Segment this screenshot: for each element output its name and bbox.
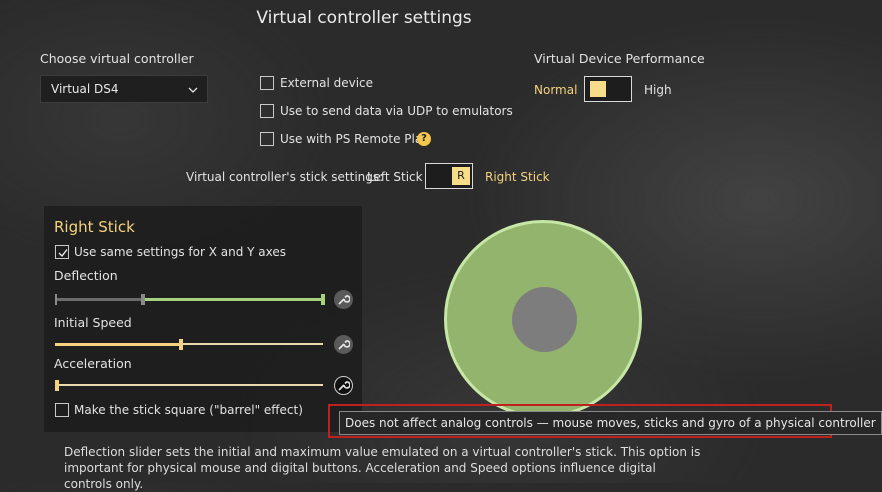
description-text: Deflection slider sets the initial and m… — [64, 444, 704, 492]
external-device-checkbox[interactable] — [260, 76, 274, 90]
udp-checkbox[interactable] — [260, 104, 274, 118]
ps-remote-play-label: Use with PS Remote Play — [280, 132, 430, 146]
deflection-left-stop — [55, 294, 57, 305]
acceleration-label: Acceleration — [54, 356, 132, 371]
external-device-label: External device — [280, 76, 374, 90]
deflection-label: Deflection — [54, 268, 118, 283]
page-title: Virtual controller settings — [256, 8, 472, 28]
stick-deadzone-visual — [512, 287, 577, 352]
initial-speed-thumb[interactable] — [179, 339, 183, 350]
left-stick-label: Left Stick — [367, 170, 423, 184]
deflection-min-thumb[interactable] — [141, 294, 145, 305]
performance-high-label: High — [644, 83, 672, 97]
help-icon[interactable]: ? — [417, 132, 431, 146]
acceleration-slider[interactable] — [55, 380, 323, 391]
stick-toggle[interactable]: R — [425, 163, 473, 189]
controller-label: Choose virtual controller — [40, 51, 194, 66]
description-line-1: Deflection slider sets the initial and m… — [64, 445, 701, 459]
deflection-range-fill — [143, 298, 323, 301]
controller-select-value: Virtual DS4 — [51, 82, 119, 96]
performance-normal-label: Normal — [534, 83, 578, 97]
initial-speed-label: Initial Speed — [54, 315, 132, 330]
square-stick-checkbox[interactable] — [55, 403, 69, 417]
deflection-slider[interactable] — [55, 294, 325, 305]
deflection-wrench-icon[interactable] — [334, 290, 353, 309]
deflection-track — [55, 298, 143, 301]
same-axes-label: Use same settings for X and Y axes — [74, 245, 286, 259]
udp-label: Use to send data via UDP to emulators — [280, 104, 513, 118]
initial-speed-slider[interactable] — [55, 339, 323, 350]
tooltip: Does not affect analog controls — mouse … — [339, 411, 882, 435]
initial-speed-fill — [55, 343, 181, 346]
right-stick-label: Right Stick — [485, 170, 550, 184]
deflection-max-thumb[interactable] — [321, 294, 325, 305]
performance-title: Virtual Device Performance — [534, 51, 705, 66]
ps-remote-play-checkbox[interactable] — [260, 132, 274, 146]
checkmark-icon — [58, 249, 68, 258]
stick-settings-label: Virtual controller's stick settings: — [186, 170, 384, 184]
performance-toggle-knob — [590, 81, 606, 97]
square-stick-label: Make the stick square ("barrel" effect) — [74, 403, 303, 417]
acceleration-thumb[interactable] — [55, 380, 59, 391]
acceleration-wrench-icon[interactable] — [334, 376, 353, 395]
panel-title: Right Stick — [54, 218, 135, 236]
performance-toggle[interactable] — [584, 76, 632, 102]
chevron-down-icon — [187, 81, 199, 93]
stick-toggle-knob: R — [452, 167, 470, 185]
initial-speed-wrench-icon[interactable] — [334, 335, 353, 354]
description-line-2: important for physical mouse and digital… — [64, 461, 656, 491]
controller-select[interactable]: Virtual DS4 — [40, 75, 208, 103]
same-axes-checkbox[interactable] — [55, 245, 69, 259]
acceleration-track — [55, 384, 323, 386]
